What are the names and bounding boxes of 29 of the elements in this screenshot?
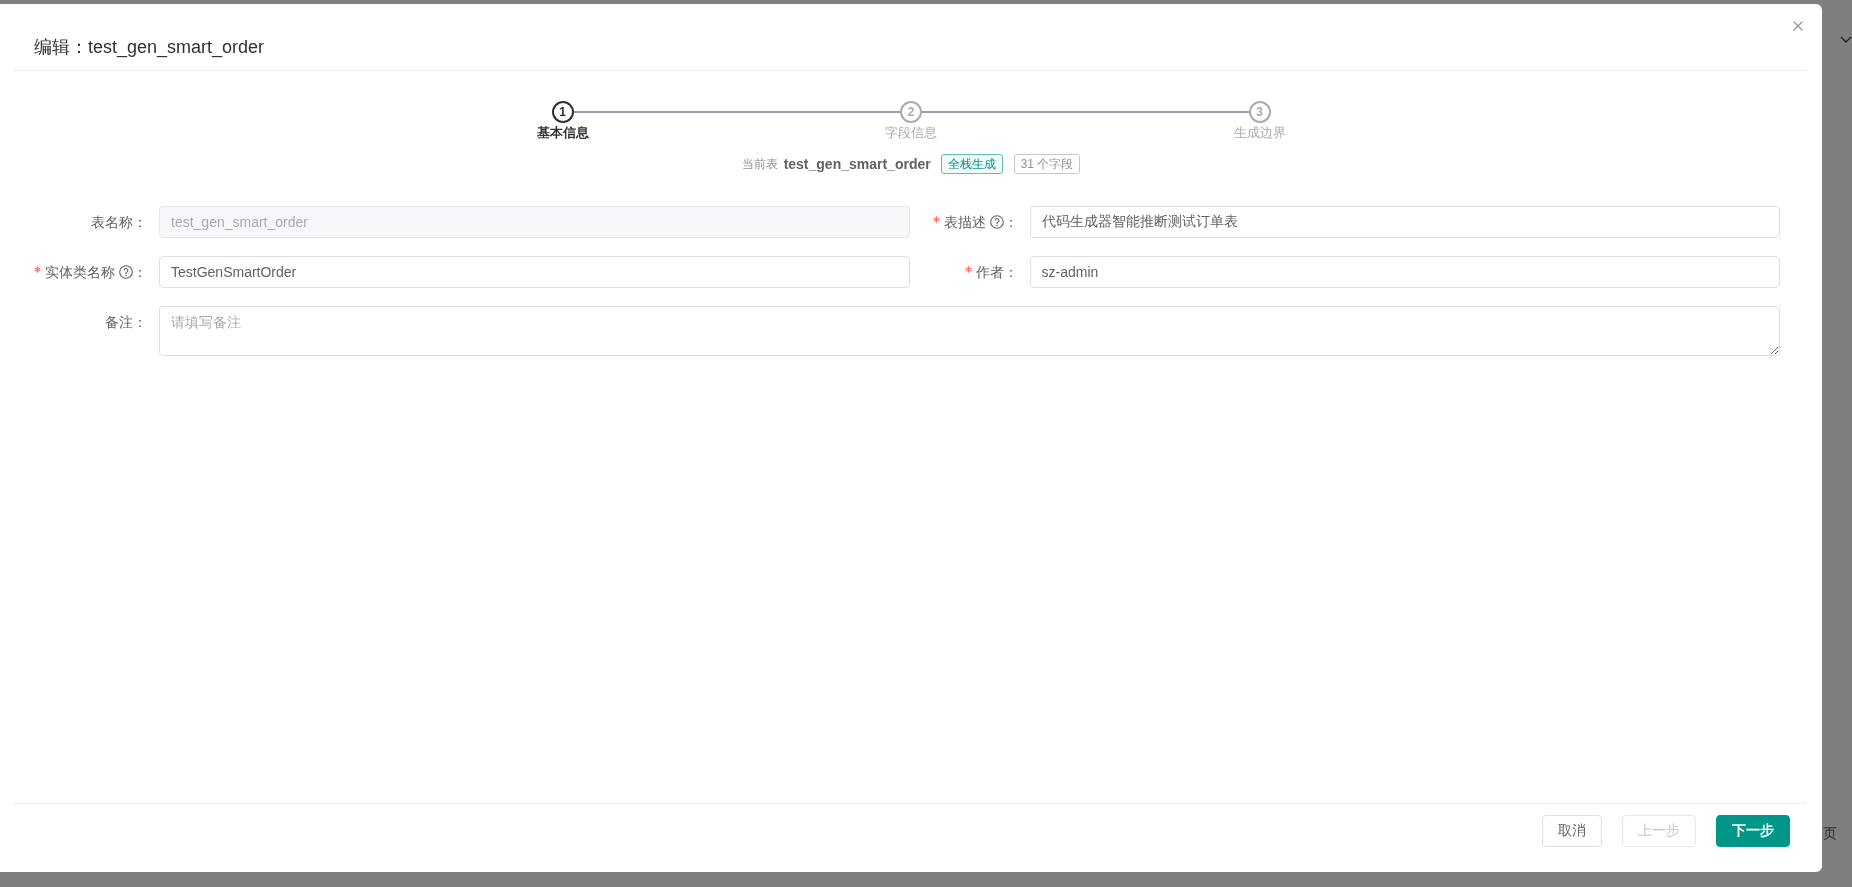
tag-label: 全栈生成 xyxy=(940,154,1003,174)
field-label: 表名称： xyxy=(91,213,147,232)
step-label: 生成边界 xyxy=(1233,124,1286,142)
field-label: 实体类名称 xyxy=(45,263,115,282)
field-label-colon: ： xyxy=(1003,213,1018,232)
close-icon[interactable] xyxy=(1793,21,1803,31)
step-indicator: 2 xyxy=(900,101,922,123)
next-step-button[interactable]: 下一步 xyxy=(1716,815,1790,847)
step-label: 字段信息 xyxy=(885,124,937,142)
help-icon[interactable] xyxy=(119,265,133,279)
current-table-name: test_gen_smart_order xyxy=(783,156,931,172)
text-field[interactable]: TestGenSmartOrder xyxy=(159,256,910,288)
step-label: 基本信息 xyxy=(536,124,589,142)
step-indicator: 1 xyxy=(551,101,574,123)
tag-label: 31 个字段 xyxy=(1013,154,1081,174)
textarea-field[interactable]: 请填写备注 xyxy=(159,306,1780,356)
cancel-button[interactable]: 取消 xyxy=(1542,815,1602,847)
dialog-title: 编辑：test_gen_smart_order xyxy=(34,36,265,59)
current-table-caption: 当前表 xyxy=(741,155,778,173)
step-indicator: 3 xyxy=(1248,101,1271,123)
field-label: 作者： xyxy=(975,263,1018,282)
text-field[interactable]: 代码生成器智能推断测试订单表 xyxy=(1029,206,1780,238)
field-label-colon: ： xyxy=(133,263,147,282)
text-field[interactable]: sz-admin xyxy=(1029,256,1780,288)
help-icon[interactable] xyxy=(989,215,1004,229)
page-text-fragment: 页 xyxy=(1823,824,1837,842)
field-label: 表描述 xyxy=(943,213,986,232)
field-label: 备注： xyxy=(105,313,147,332)
chevron-down-icon[interactable] xyxy=(1840,36,1852,43)
